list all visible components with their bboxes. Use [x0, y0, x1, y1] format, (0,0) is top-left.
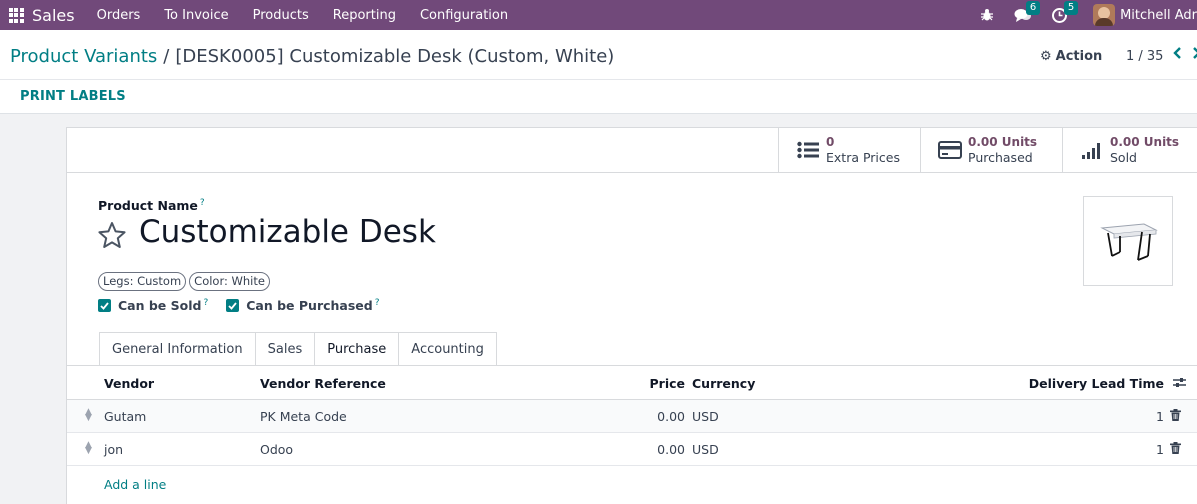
- vendors-table: Vendor Vendor Reference Price Currency D…: [67, 366, 1197, 499]
- table-row[interactable]: ▲ ▼ jon Odoo 0.00 USD 1: [67, 433, 1197, 466]
- top-navbar: Sales Orders To Invoice Products Reporti…: [0, 0, 1197, 30]
- table-row[interactable]: ▲ ▼ Gutam PK Meta Code 0.00 USD 1: [67, 400, 1197, 433]
- desk-image-icon: [1100, 223, 1158, 261]
- can-be-sold-checkbox[interactable]: [98, 299, 111, 313]
- smart-button-box: 0 Extra Prices 0.00 Units Purchased 0.00…: [67, 128, 1197, 173]
- activities-clock-icon[interactable]: 5: [1052, 0, 1079, 23]
- sold-value: 0.00 Units: [1110, 135, 1180, 149]
- cell-vendor-reference[interactable]: PK Meta Code: [260, 409, 347, 424]
- form-sheet: 0 Extra Prices 0.00 Units Purchased 0.00…: [66, 127, 1197, 504]
- messages-badge: 6: [1026, 0, 1041, 15]
- menu-reporting[interactable]: Reporting: [333, 8, 396, 23]
- extra-prices-label: Extra Prices: [826, 150, 900, 165]
- tab-general-information[interactable]: General Information: [99, 332, 255, 366]
- user-avatar[interactable]: [1093, 4, 1116, 26]
- sold-button[interactable]: 0.00 Units Sold: [1062, 128, 1197, 172]
- cell-price[interactable]: 0.00: [657, 409, 685, 424]
- breadcrumb-current: [DESK0005] Customizable Desk (Custom, Wh…: [175, 46, 615, 67]
- menu-orders[interactable]: Orders: [97, 8, 141, 23]
- favorite-star-icon[interactable]: [97, 221, 127, 253]
- breadcrumb-separator: /: [163, 46, 170, 67]
- tab-accounting[interactable]: Accounting: [398, 332, 497, 366]
- breadcrumb-parent[interactable]: Product Variants: [10, 46, 157, 67]
- app-name[interactable]: Sales: [32, 6, 75, 25]
- attribute-tag-legs: Legs: Custom: [98, 272, 187, 291]
- print-labels-button[interactable]: PRINT LABELS: [20, 89, 126, 104]
- purchased-value: 0.00 Units: [968, 135, 1038, 149]
- control-panel: Product Variants / [DESK0005] Customizable…: [0, 30, 1197, 114]
- attribute-tag-color: Color: White: [189, 272, 270, 291]
- column-price[interactable]: Price: [650, 376, 686, 391]
- menu-to-invoice[interactable]: To Invoice: [164, 8, 228, 23]
- cell-currency[interactable]: USD: [692, 442, 719, 457]
- purchased-label: Purchased: [968, 150, 1033, 165]
- column-vendor-reference[interactable]: Vendor Reference: [260, 376, 386, 391]
- chevron-right-icon[interactable]: [1192, 47, 1197, 63]
- signal-bars-icon: [1079, 141, 1105, 159]
- breadcrumb: Product Variants / [DESK0005] Customizable…: [10, 46, 614, 67]
- purchased-button[interactable]: 0.00 Units Purchased: [920, 128, 1062, 172]
- list-icon: [795, 141, 821, 159]
- menu-configuration[interactable]: Configuration: [420, 8, 508, 23]
- can-be-purchased-checkbox[interactable]: [226, 299, 240, 313]
- product-name-label-text: Product Name: [98, 198, 198, 214]
- gear-icon: ⚙: [1040, 49, 1052, 64]
- cell-vendor[interactable]: Gutam: [104, 409, 146, 424]
- tab-sales[interactable]: Sales: [254, 332, 315, 366]
- table-header: Vendor Vendor Reference Price Currency D…: [67, 366, 1197, 400]
- notebook-tabs: General Information Sales Purchase Accou…: [99, 332, 497, 366]
- extra-prices-button[interactable]: 0 Extra Prices: [778, 128, 920, 172]
- pager-value[interactable]: 1 / 35: [1126, 49, 1163, 64]
- chevron-left-icon[interactable]: [1172, 47, 1182, 63]
- user-name[interactable]: Mitchell Adr: [1120, 8, 1197, 23]
- product-name-field[interactable]: Customizable Desk: [139, 214, 436, 250]
- sold-label: Sold: [1110, 150, 1137, 165]
- add-line-row: Add a line: [67, 466, 1197, 499]
- sale-purchase-checks: Can be Sold? Can be Purchased?: [98, 298, 398, 313]
- action-label: Action: [1055, 49, 1103, 64]
- product-name-label: Product Name?: [98, 198, 205, 213]
- tab-purchase[interactable]: Purchase: [314, 332, 399, 366]
- action-button[interactable]: ⚙ Action: [1040, 49, 1102, 64]
- add-a-line-link[interactable]: Add a line: [104, 477, 166, 492]
- extra-prices-value: 0: [826, 135, 835, 149]
- product-image[interactable]: [1083, 196, 1173, 286]
- cell-price[interactable]: 0.00: [657, 442, 685, 457]
- cell-vendor-reference[interactable]: Odoo: [260, 442, 293, 457]
- attribute-tags: Legs: Custom Color: White: [98, 272, 273, 291]
- column-currency[interactable]: Currency: [692, 376, 755, 391]
- column-delivery-lead-time[interactable]: Delivery Lead Time: [1029, 376, 1164, 391]
- activities-badge: 5: [1064, 0, 1079, 15]
- can-be-purchased-check[interactable]: Can be Purchased?: [226, 298, 380, 314]
- can-be-purchased-label: Can be Purchased?: [246, 298, 380, 314]
- can-be-sold-check[interactable]: Can be Sold?: [98, 298, 208, 313]
- column-vendor[interactable]: Vendor: [104, 376, 154, 391]
- cell-delivery-lead-time[interactable]: 1: [1156, 442, 1164, 457]
- drag-handle-icon[interactable]: ▲ ▼: [85, 408, 92, 423]
- cell-delivery-lead-time[interactable]: 1: [1156, 409, 1164, 424]
- menu-products[interactable]: Products: [253, 8, 309, 23]
- can-be-sold-label: Can be Sold?: [118, 298, 209, 314]
- control-panel-divider: [0, 79, 1197, 80]
- messages-icon[interactable]: 6: [1014, 0, 1041, 23]
- cell-vendor[interactable]: jon: [104, 442, 123, 457]
- credit-card-icon: [937, 141, 963, 159]
- delete-row-trash-icon[interactable]: [1170, 442, 1181, 458]
- delete-row-trash-icon[interactable]: [1170, 409, 1181, 425]
- debug-bug-icon[interactable]: [980, 8, 994, 22]
- help-tooltip-icon[interactable]: ?: [200, 198, 205, 208]
- optional-columns-toggle-icon[interactable]: [1173, 377, 1186, 392]
- drag-handle-icon[interactable]: ▲ ▼: [85, 441, 92, 456]
- apps-menu-icon[interactable]: [0, 0, 32, 30]
- cell-currency[interactable]: USD: [692, 409, 719, 424]
